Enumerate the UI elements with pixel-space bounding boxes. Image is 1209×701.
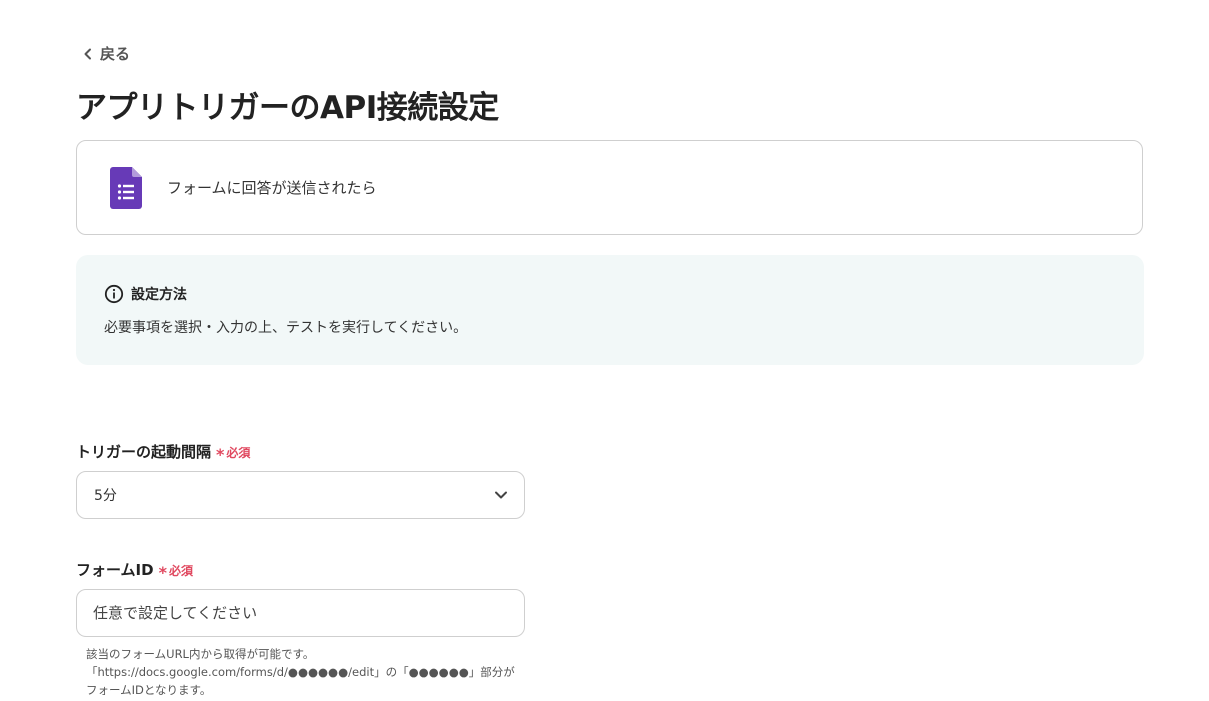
form-id-helper-text: 該当のフォームURL内から取得が可能です。 「https://docs.goog… [86,647,515,697]
page-title: アプリトリガーのAPI接続設定 [76,90,499,126]
interval-select-value: 5分 [94,488,117,504]
info-text: 必要事項を選択・入力の上、テストを実行してください。 [104,320,468,336]
chevron-down-icon [495,491,507,499]
info-heading-text: 設定方法 [131,287,187,303]
required-text: 必須 [168,564,193,578]
required-badge: * 必須 [158,562,193,582]
back-label: 戻る [100,45,131,63]
interval-label-text: トリガーの起動間隔 [76,443,212,461]
interval-label: トリガーの起動間隔 * 必須 [76,441,251,464]
info-box: 設定方法 必要事項を選択・入力の上、テストを実行してください。 [76,255,1144,365]
chevron-left-icon [84,48,91,59]
trigger-card: フォームに回答が送信されたら [76,140,1143,235]
required-asterisk-icon: * [216,445,225,464]
back-link[interactable]: 戻る [82,43,130,64]
required-asterisk-icon: * [158,563,167,582]
required-text: 必須 [226,446,251,460]
form-id-label-text: フォームID [76,561,154,579]
form-id-label: フォームID * 必須 [76,559,193,582]
required-badge: * 必須 [216,444,251,464]
trigger-label: フォームに回答が送信されたら [167,179,377,197]
info-icon [104,284,124,304]
info-heading: 設定方法 [104,284,187,304]
interval-select[interactable]: 5分 [76,471,525,519]
form-id-input[interactable] [76,589,525,637]
google-forms-icon [110,166,142,209]
